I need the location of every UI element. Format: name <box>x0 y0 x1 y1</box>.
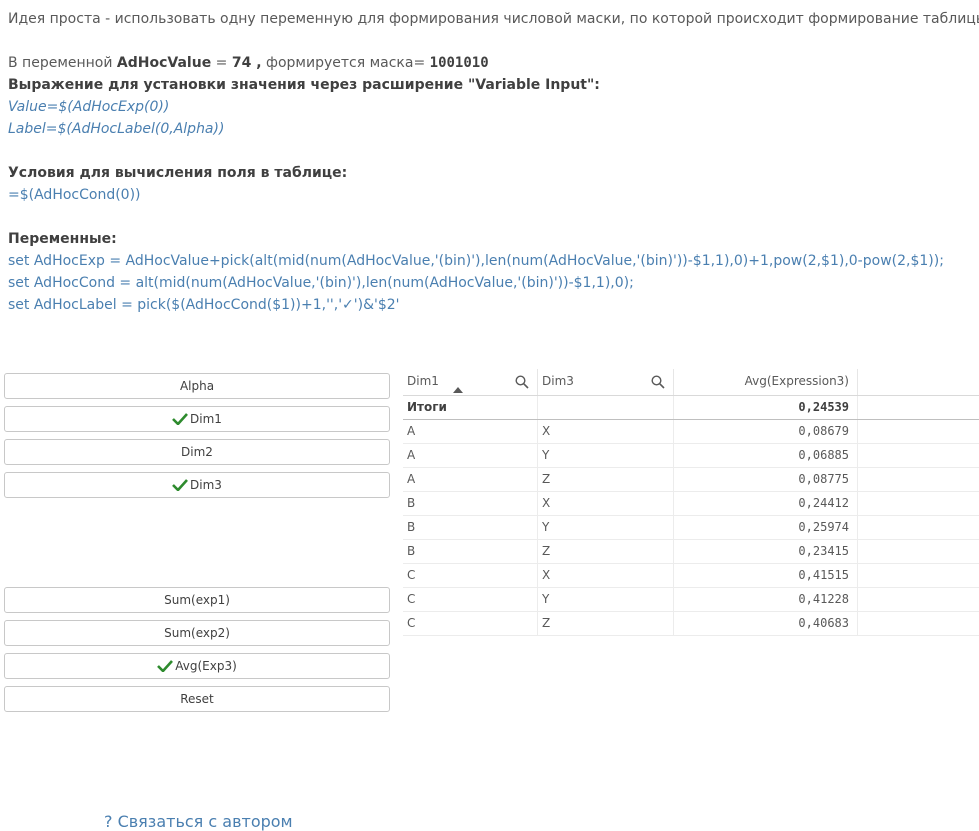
expr-label: Label=$(AdHocLabel(0,Alpha)) <box>8 121 225 137</box>
reset-button[interactable]: Reset <box>4 686 390 712</box>
mask-line: В переменной AdHocValue = 74 , формирует… <box>8 55 489 71</box>
header-dim3[interactable]: Dim3 <box>538 369 674 395</box>
search-icon[interactable] <box>651 375 665 389</box>
search-icon[interactable] <box>515 375 529 389</box>
sum-exp2-button[interactable]: Sum(exp2) <box>4 620 390 646</box>
table-body: A X 0,08679 A Y 0,06885 A Z 0,08775 B X 0,24412 B Y 0,… <box>403 420 979 636</box>
table-header: Dim1 Dim3 Avg(Expression3) <box>403 369 979 396</box>
table-row[interactable]: A Z 0,08775 <box>403 468 979 492</box>
cell-dim1[interactable]: B <box>403 540 538 563</box>
var-adhocexp: set AdHocExp = AdHocValue+pick(alt(mid(n… <box>8 253 944 269</box>
cell-dim1[interactable]: C <box>403 612 538 635</box>
cell-dim3[interactable]: Y <box>538 444 674 467</box>
cell-dim3[interactable]: X <box>538 564 674 587</box>
table-row[interactable]: C Z 0,40683 <box>403 612 979 636</box>
table-row[interactable]: A Y 0,06885 <box>403 444 979 468</box>
cell-avg: 0,08679 <box>674 420 858 443</box>
cell-avg: 0,40683 <box>674 612 858 635</box>
mask-value: 1001010 <box>429 55 489 71</box>
var-adhoccond: set AdHocCond = alt(mid(num(AdHocValue,'… <box>8 275 634 291</box>
cond-heading: Условия для вычисления поля в таблице: <box>8 165 348 181</box>
checkmark-icon <box>157 660 174 672</box>
cell-avg: 0,41515 <box>674 564 858 587</box>
cell-avg: 0,06885 <box>674 444 858 467</box>
cell-dim1[interactable]: B <box>403 516 538 539</box>
alpha-button[interactable]: Alpha <box>4 373 390 399</box>
cell-dim3[interactable]: Y <box>538 516 674 539</box>
table-row[interactable]: C Y 0,41228 <box>403 588 979 612</box>
cell-avg: 0,08775 <box>674 468 858 491</box>
intro-text: Идея проста - использовать одну переменн… <box>8 11 979 27</box>
cell-dim3[interactable]: X <box>538 420 674 443</box>
cell-dim3[interactable]: X <box>538 492 674 515</box>
table-row[interactable]: B Z 0,23415 <box>403 540 979 564</box>
cell-avg: 0,41228 <box>674 588 858 611</box>
cell-avg: 0,25974 <box>674 516 858 539</box>
cell-dim3[interactable]: Z <box>538 468 674 491</box>
expr-heading: Выражение для установки значения через р… <box>8 77 600 93</box>
table-row[interactable]: B X 0,24412 <box>403 492 979 516</box>
sort-ascending-icon <box>453 387 463 393</box>
table-row[interactable]: B Y 0,25974 <box>403 516 979 540</box>
totals-row: Итоги 0,24539 <box>403 396 979 420</box>
dim2-button[interactable]: Dim2 <box>4 439 390 465</box>
checkmark-icon <box>172 413 189 425</box>
cell-dim3[interactable]: Y <box>538 588 674 611</box>
sum-exp1-button[interactable]: Sum(exp1) <box>4 587 390 613</box>
help-icon: ? <box>104 812 118 831</box>
header-avg-expression3[interactable]: Avg(Expression3) <box>674 369 858 395</box>
cell-dim1[interactable]: A <box>403 468 538 491</box>
checkmark-icon <box>172 479 189 491</box>
avg-exp3-button[interactable]: Avg(Exp3) <box>4 653 390 679</box>
cell-dim1[interactable]: B <box>403 492 538 515</box>
var-adhoclabel: set AdHocLabel = pick($(AdHocCond($1))+1… <box>8 297 400 313</box>
cell-avg: 0,24412 <box>674 492 858 515</box>
contact-author-link[interactable]: ? Связаться с автором <box>104 812 293 831</box>
dim1-button[interactable]: Dim1 <box>4 406 390 432</box>
cell-dim1[interactable]: A <box>403 420 538 443</box>
expr-value: Value=$(AdHocExp(0)) <box>8 99 170 115</box>
straight-table: Dim1 Dim3 Avg(Expression3) Итоги 0,24539… <box>403 369 979 636</box>
cell-dim1[interactable]: C <box>403 588 538 611</box>
cell-dim1[interactable]: C <box>403 564 538 587</box>
cell-avg: 0,23415 <box>674 540 858 563</box>
description-text: Идея проста - использовать одну переменн… <box>8 8 979 316</box>
cond-expr: =$(AdHocCond(0)) <box>8 187 141 203</box>
header-dim1[interactable]: Dim1 <box>403 369 538 395</box>
cell-dim3[interactable]: Z <box>538 612 674 635</box>
cell-dim3[interactable]: Z <box>538 540 674 563</box>
dim3-button[interactable]: Dim3 <box>4 472 390 498</box>
table-row[interactable]: A X 0,08679 <box>403 420 979 444</box>
vars-heading: Переменные: <box>8 231 117 247</box>
table-row[interactable]: C X 0,41515 <box>403 564 979 588</box>
cell-dim1[interactable]: A <box>403 444 538 467</box>
